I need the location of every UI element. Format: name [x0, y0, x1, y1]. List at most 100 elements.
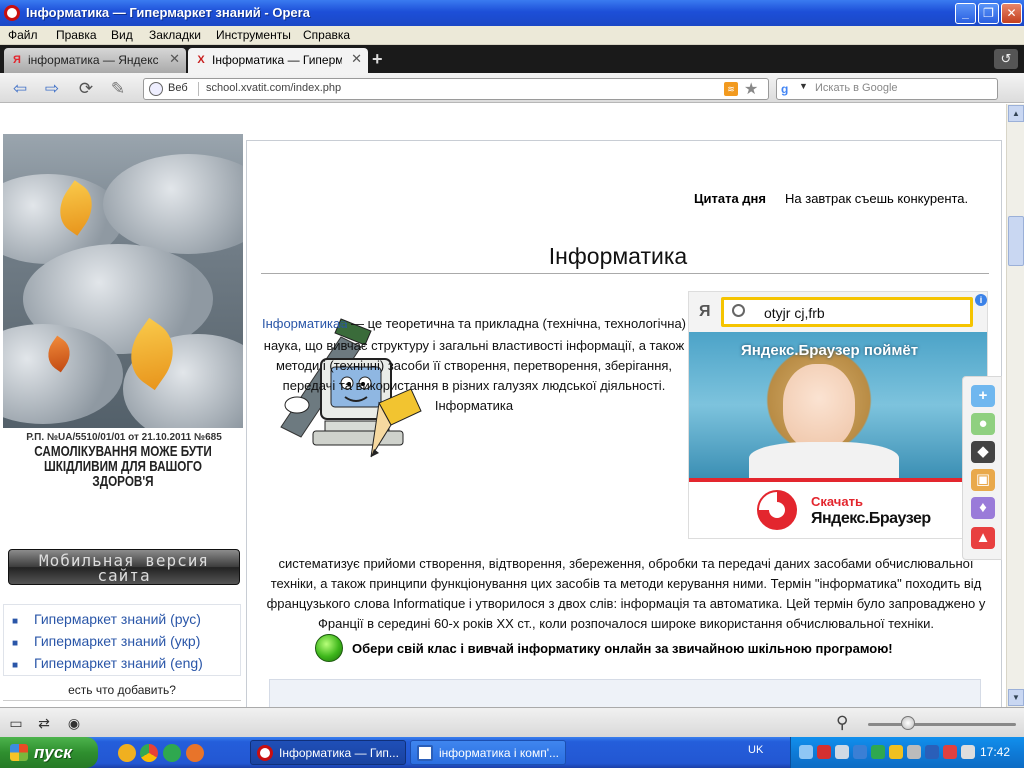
chrome-icon[interactable] — [140, 744, 158, 762]
task-word[interactable]: інформатика і комп'... — [410, 740, 566, 765]
divider — [261, 273, 989, 274]
scroll-down-icon[interactable]: ▼ — [1008, 689, 1024, 706]
new-tab-icon[interactable]: + — [372, 49, 383, 70]
panel-toggle-icon[interactable]: ▭ — [6, 714, 26, 732]
tab-close-icon[interactable]: ✕ — [169, 51, 180, 67]
edit-site-icon[interactable]: ✎ — [108, 80, 128, 98]
site-links: ■ Гипермаркет знаний (рус) ■ Гипермаркет з… — [3, 604, 241, 676]
ad-search-field[interactable]: otyjr cj,frb — [721, 297, 973, 327]
zoom-slider[interactable] — [868, 723, 1016, 726]
tray-icon[interactable] — [907, 745, 921, 759]
tray-icon[interactable] — [925, 745, 939, 759]
close-button[interactable]: ✕ — [1001, 3, 1022, 24]
page-title: Інформатика — [548, 243, 688, 269]
yandex-browser-logo-icon — [757, 490, 797, 530]
scroll-up-icon[interactable]: ▲ — [1008, 105, 1024, 122]
minimize-button[interactable]: _ — [955, 3, 976, 24]
tab-close-icon[interactable]: ✕ — [351, 51, 362, 67]
menu-tools[interactable]: Инструменты — [216, 28, 291, 42]
tray-icon[interactable] — [889, 745, 903, 759]
tab-yandex[interactable]: Я інформатика — Яндекс... ✕ — [4, 48, 186, 73]
info-icon[interactable]: i — [975, 294, 987, 306]
vertical-scrollbar[interactable]: ▲ ▼ — [1006, 104, 1024, 707]
photo-icon[interactable]: ▣ — [971, 469, 995, 491]
opera-logo-icon[interactable] — [4, 5, 20, 21]
menu-edit[interactable]: Правка — [56, 28, 97, 42]
start-button[interactable]: пуск — [0, 737, 98, 768]
yandex-browser-ad[interactable]: Я otyjr cj,frb i Яндекс.Браузер поймёт С… — [688, 291, 988, 539]
link-uk[interactable]: ■ Гипермаркет знаний (укр) — [12, 633, 200, 649]
rss-icon[interactable]: ≋ — [724, 82, 738, 96]
ad-query: otyjr cj,frb — [764, 305, 825, 321]
gift-icon[interactable]: ♦ — [971, 497, 995, 519]
chat-icon[interactable]: ● — [971, 413, 995, 435]
ad-product-label[interactable]: Яндекс.Браузер — [811, 510, 931, 528]
clover-icon[interactable] — [163, 744, 181, 762]
windows-logo-icon — [10, 744, 28, 761]
tray-icon[interactable] — [871, 745, 885, 759]
menu-help[interactable]: Справка — [303, 28, 350, 42]
bullet-icon: ■ — [12, 616, 19, 627]
word-icon — [417, 745, 433, 761]
menu-bar: Файл Правка Вид Закладки Инструменты Спр… — [0, 26, 1024, 45]
window-title: Інформатика — Гипермаркет знаний - Opera — [26, 5, 310, 20]
address-field[interactable]: Веб school.xvatit.com/index.php ≋ ★ — [143, 78, 769, 100]
tray-icon[interactable] — [853, 745, 867, 759]
reload-icon[interactable]: ⟳ — [76, 80, 96, 98]
body-paragraph: систематизує прийоми створення, відтворе… — [266, 556, 986, 631]
informatika-link[interactable]: Інформатика — [262, 316, 340, 331]
banner-image[interactable] — [3, 134, 243, 428]
title-bar: Інформатика — Гипермаркет знаний - Opera… — [0, 0, 1024, 26]
tray-icon[interactable] — [817, 745, 831, 759]
forward-icon[interactable]: ⇨ — [42, 80, 62, 98]
search-field[interactable]: g ▼ Искать в Google — [776, 78, 998, 100]
chevron-down-icon[interactable]: ▼ — [799, 81, 808, 91]
bookmark-star-icon[interactable]: ★ — [744, 79, 758, 99]
clock: 17:42 — [980, 745, 1011, 759]
google-icon[interactable]: g — [781, 82, 788, 96]
yandex-favicon-icon: Я — [13, 54, 21, 66]
url-text[interactable]: school.xvatit.com/index.php — [206, 82, 341, 94]
mobile-version-button[interactable]: Мобильная версия сайта — [8, 549, 240, 585]
tray-icon[interactable] — [943, 745, 957, 759]
registration-number: Р.П. №UA/5510/01/01 от 21.10.2011 №685 — [26, 432, 222, 443]
class-selector-box — [269, 679, 981, 707]
link-ru[interactable]: ■ Гипермаркет знаний (рус) — [12, 611, 201, 627]
quote-text: На завтрак съешь конкурента. — [785, 191, 969, 206]
volume-icon[interactable] — [961, 745, 975, 759]
gamepad-icon[interactable]: ◆ — [971, 441, 995, 463]
zoom-icon[interactable]: ⚲ — [836, 713, 848, 733]
menu-view[interactable]: Вид — [111, 28, 133, 42]
call-to-action[interactable]: Обери свій клас і вивчай інформатику онл… — [352, 641, 893, 656]
tray-icon[interactable] — [799, 745, 813, 759]
tab-label: інформатика — Яндекс... — [28, 53, 158, 67]
divider — [689, 478, 987, 482]
quote-label: Цитата дня — [694, 191, 766, 206]
quicklaunch-icon[interactable] — [118, 744, 136, 762]
opera-icon — [257, 745, 273, 761]
tray-icon[interactable] — [835, 745, 849, 759]
search-placeholder[interactable]: Искать в Google — [815, 82, 898, 94]
menu-file[interactable]: Файл — [8, 28, 38, 42]
maximize-button[interactable]: ❐ — [978, 3, 999, 24]
sync-icon[interactable]: ⇄ — [34, 714, 54, 732]
link-en[interactable]: ■ Гипермаркет знаний (eng) — [12, 655, 203, 671]
firefox-icon[interactable] — [186, 744, 204, 762]
back-icon[interactable]: ⇦ — [10, 80, 30, 98]
turbo-icon[interactable]: ◉ — [64, 714, 84, 732]
ad-headline: Яндекс.Браузер поймёт — [741, 342, 919, 359]
add-note[interactable]: есть что добавить? — [3, 683, 241, 697]
closed-tabs-icon[interactable]: ↺ — [994, 49, 1018, 69]
shoe-icon[interactable]: ▲ — [971, 527, 995, 549]
scroll-thumb[interactable] — [1008, 216, 1024, 266]
add-icon[interactable]: + — [971, 385, 995, 407]
language-indicator[interactable]: UK — [748, 744, 763, 756]
ad-download-label[interactable]: Скачать — [811, 494, 863, 509]
zoom-slider-knob[interactable] — [901, 716, 915, 730]
side-widget-panel: + ● ◆ ▣ ♦ ▲ — [962, 376, 1002, 560]
main-content: Цитата дня На завтрак съешь конкурента. … — [246, 140, 1002, 707]
menu-bookmarks[interactable]: Закладки — [149, 28, 201, 42]
tab-informatika[interactable]: X Інформатика — Гиперм... ✕ — [188, 48, 368, 73]
windows-taskbar: пуск Інформатика — Гип... інформатика і … — [0, 737, 1024, 768]
task-opera[interactable]: Інформатика — Гип... — [250, 740, 406, 765]
